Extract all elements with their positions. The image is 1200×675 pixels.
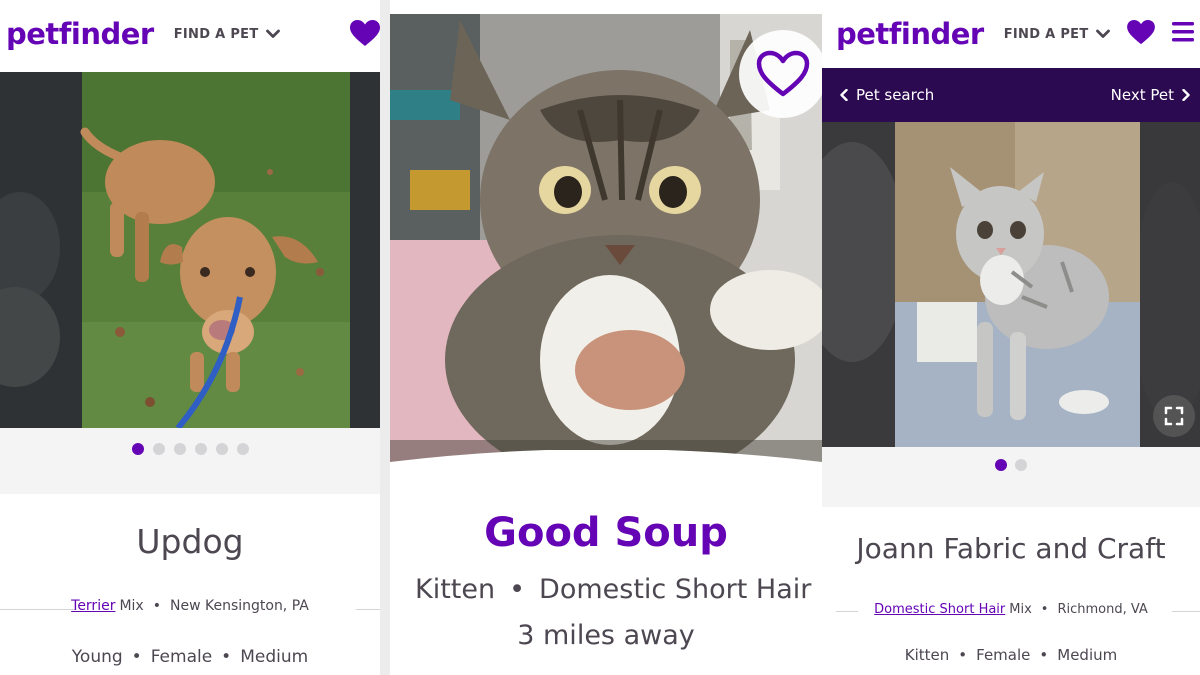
pet-search-label: Pet search	[856, 86, 935, 104]
expand-photo-button[interactable]	[1153, 395, 1195, 437]
carousel-dot[interactable]	[173, 443, 186, 455]
breed-suffix: Mix	[119, 598, 144, 614]
right-listing-screen: petfinder FIND A PET Pet search Next Pet	[822, 0, 1200, 675]
separator-bullet: •	[1040, 602, 1049, 617]
next-pet-link[interactable]: Next Pet	[1111, 86, 1190, 104]
age-sex-size-line: Young • Female • Medium	[0, 647, 380, 667]
carousel-indicator-band	[822, 447, 1200, 507]
pet-size: Medium	[1057, 646, 1118, 664]
pet-name: Good Soup	[484, 510, 728, 556]
carousel-dot[interactable]	[995, 459, 1007, 471]
heart-icon[interactable]	[350, 20, 380, 47]
age-sex-size-line: Kitten • Female • Medium	[822, 646, 1200, 664]
pet-location: Richmond, VA	[1057, 602, 1148, 617]
carousel-dot[interactable]	[236, 443, 249, 455]
breed-location-line: Terrier Mix • New Kensington, PA	[0, 598, 380, 614]
find-a-pet-menu[interactable]: FIND A PET	[1004, 27, 1110, 42]
next-pet-label: Next Pet	[1110, 86, 1174, 104]
pet-age: Kitten	[904, 646, 950, 664]
menu-icon[interactable]	[1172, 21, 1194, 43]
pet-location: New Kensington, PA	[169, 598, 309, 614]
kitten-photo	[822, 122, 1200, 447]
carousel-dots	[822, 459, 1200, 471]
separator-bullet: •	[152, 598, 161, 614]
expand-icon	[1164, 406, 1184, 426]
find-a-pet-label: FIND A PET	[173, 26, 259, 42]
middle-listing-screen: Good Soup Kitten • Domestic Short Hair 3…	[390, 0, 822, 675]
breed-link[interactable]: Domestic Short Hair	[874, 602, 1005, 617]
distance-line: 3 miles away	[390, 620, 822, 651]
separator-bullet: •	[131, 647, 142, 667]
separator-bullet: •	[509, 574, 526, 605]
pet-breed: Domestic Short Hair	[539, 574, 812, 605]
separator-bullet: •	[1039, 646, 1049, 664]
age-breed-line: Kitten • Domestic Short Hair	[390, 574, 822, 605]
carousel-dot[interactable]	[131, 443, 144, 455]
favorite-button[interactable]	[739, 30, 822, 118]
panel-divider	[380, 0, 390, 675]
pet-age: Kitten	[415, 574, 496, 605]
carousel-dots	[0, 443, 380, 455]
pet-name: Joann Fabric and Craft	[856, 532, 1166, 565]
pet-distance: 3 miles away	[517, 620, 695, 651]
pet-photo-carousel[interactable]	[822, 122, 1200, 447]
chevron-right-icon	[1182, 89, 1190, 101]
separator-bullet: •	[958, 646, 968, 664]
carousel-dot[interactable]	[194, 443, 207, 455]
find-a-pet-label: FIND A PET	[1003, 26, 1089, 42]
pet-photo-carousel[interactable]	[0, 72, 380, 428]
chevron-down-icon	[1095, 29, 1110, 38]
breed-link[interactable]: Terrier	[71, 598, 115, 614]
carousel-indicator-band	[0, 428, 380, 494]
carousel-dot[interactable]	[152, 443, 165, 455]
petfinder-logo[interactable]: petfinder	[6, 17, 154, 51]
pet-sex: Female	[150, 647, 213, 667]
breed-suffix: Mix	[1009, 602, 1032, 617]
separator-bullet: •	[221, 647, 232, 667]
heart-icon[interactable]	[1127, 20, 1155, 45]
pet-name: Updog	[136, 522, 244, 561]
dog-photo	[0, 72, 380, 428]
card-curve	[390, 450, 822, 490]
carousel-dot[interactable]	[1015, 459, 1027, 471]
carousel-dot[interactable]	[215, 443, 228, 455]
left-listing-screen: petfinder FIND A PET Updog Terrier Mix •…	[0, 0, 380, 675]
heart-outline-icon	[756, 50, 810, 97]
site-header: petfinder FIND A PET	[0, 0, 380, 68]
pet-search-back-link[interactable]: Pet search	[840, 86, 934, 104]
site-header: petfinder FIND A PET	[822, 0, 1200, 68]
chevron-down-icon	[265, 29, 280, 38]
pet-size: Medium	[240, 647, 309, 667]
breed-location-line: Domestic Short Hair Mix • Richmond, VA	[822, 602, 1200, 617]
find-a-pet-menu[interactable]: FIND A PET	[174, 27, 280, 42]
chevron-left-icon	[840, 89, 848, 101]
pet-sex: Female	[976, 646, 1031, 664]
pet-navigation-bar: Pet search Next Pet	[822, 68, 1200, 122]
pet-age: Young	[71, 647, 123, 667]
petfinder-logo[interactable]: petfinder	[836, 17, 984, 51]
